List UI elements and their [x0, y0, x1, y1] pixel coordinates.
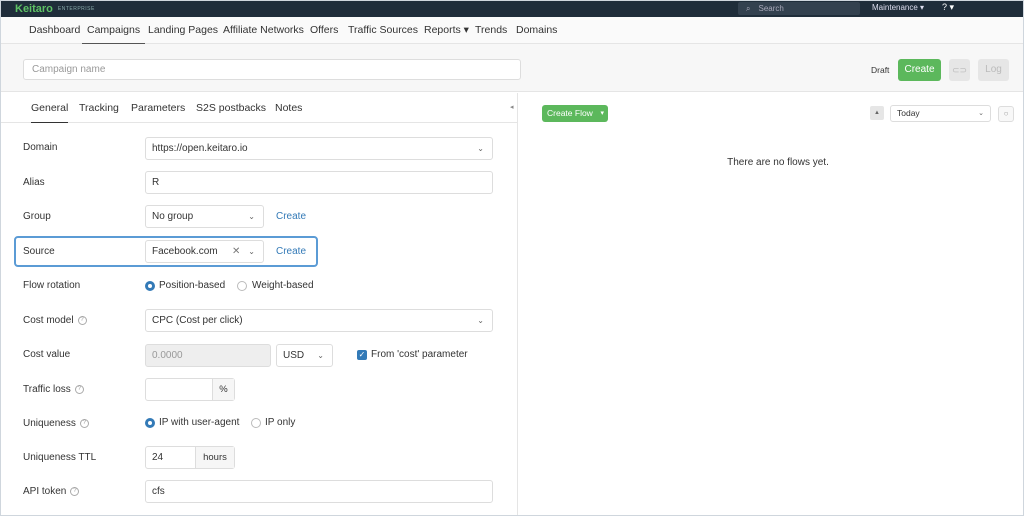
chevron-down-icon: ⌄: [477, 316, 484, 325]
tab-notes[interactable]: Notes: [275, 93, 302, 123]
sort-up-icon[interactable]: ▲: [870, 106, 884, 120]
cost-model-value: CPC (Cost per click): [152, 315, 243, 326]
chevron-down-icon: ⌄: [477, 144, 484, 153]
hours-addon: hours: [195, 447, 234, 468]
cost-value-input[interactable]: 0.0000: [145, 344, 271, 367]
api-token-input[interactable]: cfs: [145, 480, 493, 503]
traffic-loss-label: Traffic loss?: [23, 384, 84, 395]
radio-ip-only[interactable]: [251, 418, 261, 428]
traffic-loss-input[interactable]: %: [145, 378, 235, 401]
cost-value-label: Cost value: [23, 349, 71, 360]
group-label: Group: [23, 211, 51, 222]
settings-tabs: General Tracking Parameters S2S postback…: [0, 93, 518, 123]
no-flows-message: There are no flows yet.: [727, 157, 829, 168]
radio-position-based[interactable]: [145, 281, 155, 291]
search-icon: ⌕: [746, 3, 751, 13]
clear-icon[interactable]: ✕: [232, 241, 240, 262]
uniqueness-ttl-label: Uniqueness TTL: [23, 452, 97, 463]
create-flow-label: Create Flow: [547, 108, 593, 118]
top-bar: Keitaro ENTERPRISE ⌕ Search Maintenance …: [0, 0, 1024, 17]
group-select[interactable]: No group ⌄: [145, 205, 264, 228]
percent-addon: %: [212, 379, 234, 400]
tab-general[interactable]: General: [31, 93, 69, 123]
domain-select[interactable]: https://open.keitaro.io ⌄: [145, 137, 493, 160]
flow-rotation-label: Flow rotation: [23, 280, 81, 291]
campaign-header: Campaign name Draft Create ⊂⊃ Log: [0, 44, 1024, 92]
radio-ip-user-agent-label: IP with user-agent: [159, 417, 240, 428]
api-token-label: API token?: [23, 486, 80, 497]
help-icon[interactable]: ?: [79, 418, 89, 428]
nav-offers[interactable]: Offers: [310, 17, 338, 44]
from-cost-checkbox[interactable]: ✓: [357, 350, 367, 360]
link-icon[interactable]: ⊂⊃: [949, 59, 970, 81]
domain-label: Domain: [23, 142, 58, 153]
source-label: Source: [23, 246, 55, 257]
source-create-link[interactable]: Create: [276, 246, 306, 257]
caret-down-icon[interactable]: ▾: [600, 105, 604, 122]
help-icon[interactable]: ?: [74, 384, 84, 394]
help-icon[interactable]: ?: [70, 486, 80, 496]
nav-campaigns[interactable]: Campaigns: [82, 17, 146, 44]
radio-ip-only-label: IP only: [265, 417, 296, 428]
create-button[interactable]: Create: [898, 59, 941, 81]
campaign-settings-panel: General Tracking Parameters S2S postback…: [0, 93, 518, 516]
help-icon[interactable]: ?: [77, 315, 87, 325]
help-menu[interactable]: ? ▾: [942, 2, 954, 13]
api-token-value: cfs: [152, 486, 165, 497]
tab-parameters[interactable]: Parameters: [131, 93, 185, 123]
uniqueness-ttl-value: 24: [152, 452, 164, 463]
tab-s2s-postbacks[interactable]: S2S postbacks: [196, 93, 266, 123]
chevron-down-icon: ⌄: [248, 212, 255, 221]
main-nav: Dashboard Campaigns Landing Pages Affili…: [0, 17, 1024, 44]
group-value: No group: [152, 211, 194, 222]
nav-domains[interactable]: Domains: [516, 17, 557, 44]
cost-model-label: Cost model?: [23, 315, 87, 326]
flows-panel: Create Flow ▾ ▲ Today ⌄ ○ There are no f…: [519, 93, 1024, 516]
campaign-name-placeholder: Campaign name: [32, 64, 106, 75]
currency-value: USD: [283, 350, 305, 361]
nav-traffic-sources[interactable]: Traffic Sources: [348, 17, 418, 44]
group-create-link[interactable]: Create: [276, 211, 306, 222]
brand-edition: ENTERPRISE: [57, 5, 95, 12]
uniqueness-label: Uniqueness?: [23, 418, 89, 429]
currency-select[interactable]: USD ⌄: [276, 344, 333, 367]
tab-tracking[interactable]: Tracking: [79, 93, 119, 123]
refresh-icon[interactable]: ○: [998, 106, 1014, 122]
chevron-down-icon: ⌄: [248, 247, 255, 256]
domain-value: https://open.keitaro.io: [152, 143, 248, 154]
campaign-status: Draft: [871, 65, 890, 75]
nav-trends[interactable]: Trends: [475, 17, 507, 44]
nav-reports[interactable]: Reports ▾: [424, 17, 469, 44]
from-cost-label: From 'cost' parameter: [371, 349, 468, 360]
radio-ip-user-agent[interactable]: [145, 418, 155, 428]
radio-position-based-label: Position-based: [159, 280, 226, 291]
radio-weight-based[interactable]: [237, 281, 247, 291]
collapse-left-icon[interactable]: ◂: [510, 103, 514, 111]
nav-dashboard[interactable]: Dashboard: [29, 17, 80, 44]
log-button[interactable]: Log: [978, 59, 1009, 81]
source-select[interactable]: Facebook.com ✕ ⌄: [145, 240, 264, 263]
alias-value: R: [152, 177, 160, 188]
global-search-input[interactable]: ⌕ Search: [738, 2, 860, 15]
maintenance-menu[interactable]: Maintenance ▾: [872, 3, 924, 12]
search-placeholder: Search: [758, 4, 784, 13]
brand-logo[interactable]: Keitaro: [15, 3, 53, 15]
chevron-down-icon: ⌄: [317, 351, 324, 360]
alias-input[interactable]: R: [145, 171, 493, 194]
cost-value-value: 0.0000: [152, 350, 183, 361]
campaign-name-input[interactable]: Campaign name: [23, 59, 521, 80]
radio-weight-based-label: Weight-based: [252, 280, 314, 291]
create-flow-button[interactable]: Create Flow ▾: [542, 105, 608, 122]
uniqueness-ttl-input[interactable]: 24 hours: [145, 446, 235, 469]
alias-label: Alias: [23, 177, 45, 188]
nav-landing-pages[interactable]: Landing Pages: [148, 17, 218, 44]
cost-model-select[interactable]: CPC (Cost per click) ⌄: [145, 309, 493, 332]
date-range-select[interactable]: Today ⌄: [890, 105, 991, 122]
nav-affiliate-networks[interactable]: Affiliate Networks: [223, 17, 304, 44]
date-range-value: Today: [897, 108, 920, 118]
chevron-down-icon: ⌄: [978, 110, 984, 117]
source-value: Facebook.com: [152, 246, 218, 257]
